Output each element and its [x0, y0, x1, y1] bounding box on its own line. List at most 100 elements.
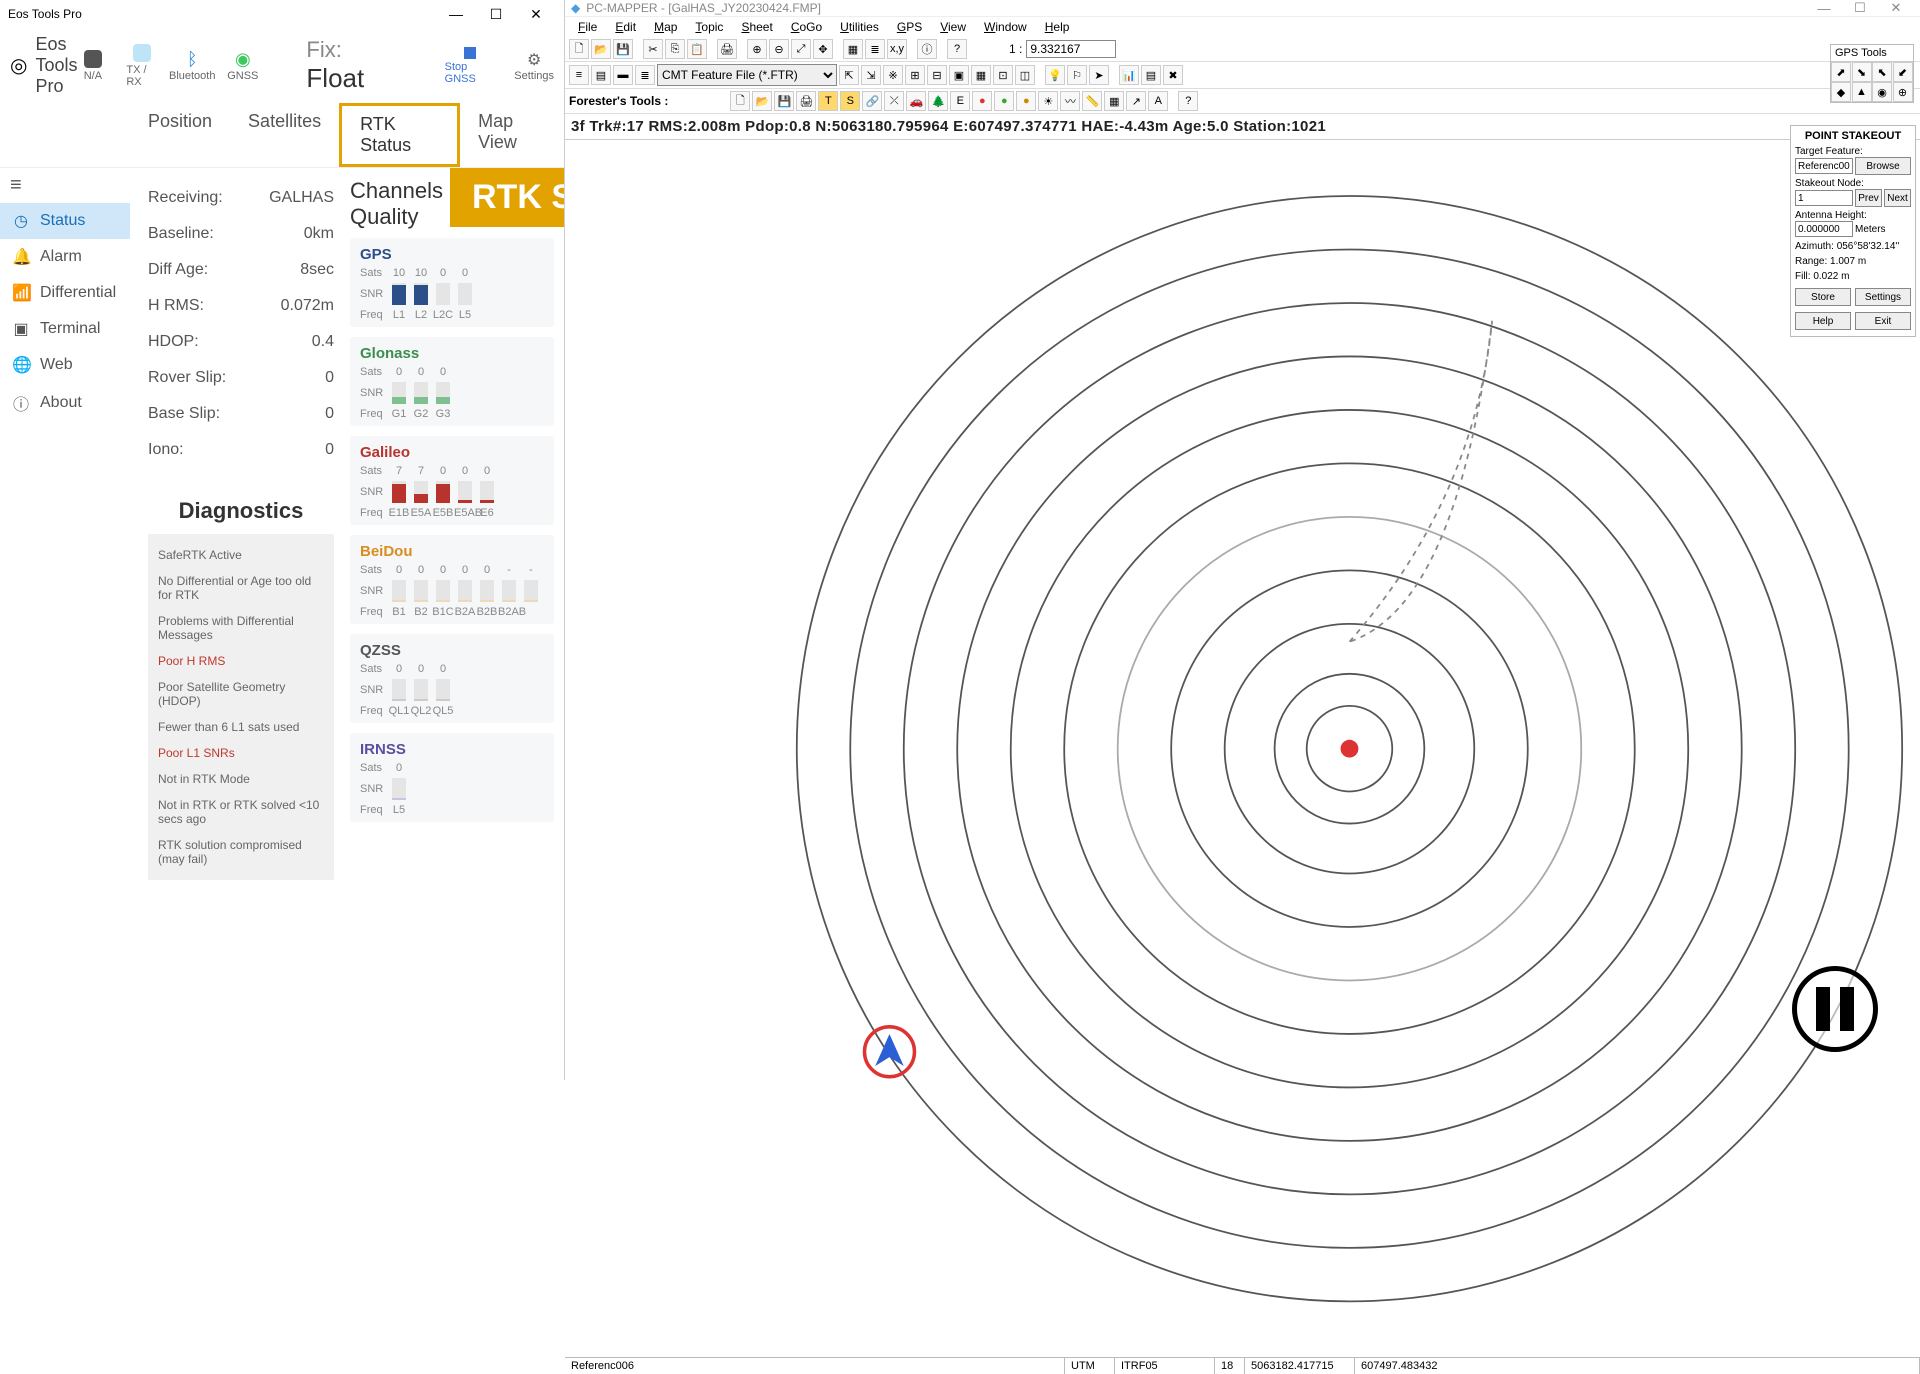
- ft-e-icon[interactable]: E: [950, 91, 970, 111]
- grid-icon[interactable]: ▦: [843, 39, 863, 59]
- zoom-in-icon[interactable]: ⊕: [747, 39, 767, 59]
- zoom-out-icon[interactable]: ⊖: [769, 39, 789, 59]
- stop-gnss-button[interactable]: Stop GNSS: [445, 47, 497, 85]
- gt-5-icon[interactable]: ◆: [1831, 82, 1851, 102]
- browse-button[interactable]: Browse: [1855, 157, 1911, 175]
- ft-a-icon[interactable]: A: [1148, 91, 1168, 111]
- tab-satellites[interactable]: Satellites: [230, 103, 339, 167]
- stakeout-settings-button[interactable]: Settings: [1855, 288, 1911, 306]
- list-icon[interactable]: ≡: [569, 65, 589, 85]
- ft-t1-icon[interactable]: T: [818, 91, 838, 111]
- new-icon[interactable]: 🗋: [569, 39, 589, 59]
- gt-7-icon[interactable]: ◉: [1872, 82, 1892, 102]
- ft-dot3-icon[interactable]: ●: [1016, 91, 1036, 111]
- map-canvas[interactable]: [565, 140, 1920, 1357]
- table-icon[interactable]: ▤: [591, 65, 611, 85]
- help-icon[interactable]: ?: [947, 39, 967, 59]
- tool-f-icon[interactable]: ⊡: [993, 65, 1013, 85]
- exit-button[interactable]: Exit: [1855, 312, 1911, 330]
- menu-gps[interactable]: GPS: [890, 19, 929, 35]
- tab-position[interactable]: Position: [130, 103, 230, 167]
- menu-cogo[interactable]: CoGo: [784, 19, 829, 35]
- menu-edit[interactable]: Edit: [608, 19, 643, 35]
- tool-a-icon[interactable]: ※: [883, 65, 903, 85]
- hamburger-icon[interactable]: ≡: [0, 168, 130, 203]
- pause-overlay-button[interactable]: [1792, 966, 1878, 1052]
- store-button[interactable]: Store: [1795, 288, 1851, 306]
- tool-c-icon[interactable]: ⊟: [927, 65, 947, 85]
- pcm-minimize-button[interactable]: —: [1806, 1, 1842, 16]
- xy-icon[interactable]: x,y: [887, 39, 907, 59]
- tool-g-icon[interactable]: ◫: [1015, 65, 1035, 85]
- help-button[interactable]: Help: [1795, 312, 1851, 330]
- menu-topic[interactable]: Topic: [688, 19, 730, 35]
- scale-input[interactable]: [1026, 40, 1116, 58]
- sheet-icon[interactable]: ▤: [1141, 65, 1161, 85]
- target-feature-input[interactable]: [1795, 158, 1853, 174]
- nav-web[interactable]: 🌐Web: [0, 347, 130, 383]
- paste-icon[interactable]: 📋: [687, 39, 707, 59]
- ft-unlink-icon[interactable]: ⤫: [884, 91, 904, 111]
- info-icon[interactable]: ⓘ: [917, 39, 937, 59]
- bulb-icon[interactable]: 💡: [1045, 65, 1065, 85]
- gt-8-icon[interactable]: ⊕: [1893, 82, 1913, 102]
- menu-file[interactable]: File: [571, 19, 604, 35]
- menu-map[interactable]: Map: [647, 19, 684, 35]
- pcm-close-button[interactable]: ✕: [1878, 0, 1914, 16]
- gt-4-icon[interactable]: ⬋: [1893, 62, 1913, 82]
- copy-icon[interactable]: ⎘: [665, 39, 685, 59]
- save-icon[interactable]: 💾: [613, 39, 633, 59]
- ft-save-icon[interactable]: 💾: [774, 91, 794, 111]
- maximize-button[interactable]: ☐: [476, 6, 516, 23]
- ft-ruler-icon[interactable]: 📏: [1082, 91, 1102, 111]
- zoom-fit-icon[interactable]: ⤢: [791, 39, 811, 59]
- ft-new-icon[interactable]: 🗋: [730, 91, 750, 111]
- gt-1-icon[interactable]: ⬈: [1831, 62, 1851, 82]
- arrow-icon[interactable]: ➤: [1089, 65, 1109, 85]
- tool-e-icon[interactable]: ▦: [971, 65, 991, 85]
- nav-differential[interactable]: 📶Differential: [0, 275, 130, 311]
- menu-window[interactable]: Window: [977, 19, 1034, 35]
- cut-icon[interactable]: ✂: [643, 39, 663, 59]
- tool-d-icon[interactable]: ▣: [949, 65, 969, 85]
- close-x-icon[interactable]: ✖: [1163, 65, 1183, 85]
- nav-status[interactable]: ◷Status: [0, 203, 130, 239]
- ft-wave-icon[interactable]: 〰: [1060, 91, 1080, 111]
- pcm-maximize-button[interactable]: ☐: [1842, 0, 1878, 16]
- flag-icon[interactable]: ⚐: [1067, 65, 1087, 85]
- tab-map-view[interactable]: Map View: [460, 103, 564, 167]
- ft-tree-icon[interactable]: 🌲: [928, 91, 948, 111]
- menu-utilities[interactable]: Utilities: [833, 19, 886, 35]
- lines-icon[interactable]: ≣: [635, 65, 655, 85]
- stakeout-node-input[interactable]: [1795, 190, 1853, 206]
- settings-button[interactable]: ⚙Settings: [514, 50, 554, 82]
- row-icon[interactable]: ▬: [613, 65, 633, 85]
- ft-arrow2-icon[interactable]: ↗: [1126, 91, 1146, 111]
- ft-dot1-icon[interactable]: ●: [972, 91, 992, 111]
- open-icon[interactable]: 📂: [591, 39, 611, 59]
- menu-sheet[interactable]: Sheet: [734, 19, 779, 35]
- print-icon[interactable]: 🖨: [717, 39, 737, 59]
- gt-6-icon[interactable]: ▲: [1852, 82, 1872, 102]
- nav-terminal[interactable]: ▣Terminal: [0, 311, 130, 347]
- export-icon[interactable]: ⇲: [861, 65, 881, 85]
- antenna-height-input[interactable]: [1795, 221, 1853, 237]
- ft-sun-icon[interactable]: ☀: [1038, 91, 1058, 111]
- tab-rtk-status[interactable]: RTK Status: [339, 103, 460, 167]
- ft-grid2-icon[interactable]: ▦: [1104, 91, 1124, 111]
- pan-icon[interactable]: ✥: [813, 39, 833, 59]
- ft-help-icon[interactable]: ?: [1178, 91, 1198, 111]
- feature-file-select[interactable]: CMT Feature File (*.FTR): [657, 64, 837, 86]
- ft-open-icon[interactable]: 📂: [752, 91, 772, 111]
- ft-dot2-icon[interactable]: ●: [994, 91, 1014, 111]
- nav-about[interactable]: ⓘAbout: [0, 383, 130, 423]
- ft-link-icon[interactable]: 🔗: [862, 91, 882, 111]
- gt-2-icon[interactable]: ⬊: [1852, 62, 1872, 82]
- gps-tools-panel[interactable]: GPS Tools ⬈ ⬊ ⬉ ⬋ ◆ ▲ ◉ ⊕: [1830, 44, 1914, 103]
- nav-alarm[interactable]: 🔔Alarm: [0, 239, 130, 275]
- menu-help[interactable]: Help: [1038, 19, 1077, 35]
- next-button[interactable]: Next: [1884, 189, 1911, 207]
- menu-view[interactable]: View: [933, 19, 973, 35]
- gt-3-icon[interactable]: ⬉: [1872, 62, 1892, 82]
- chart-icon[interactable]: 📊: [1119, 65, 1139, 85]
